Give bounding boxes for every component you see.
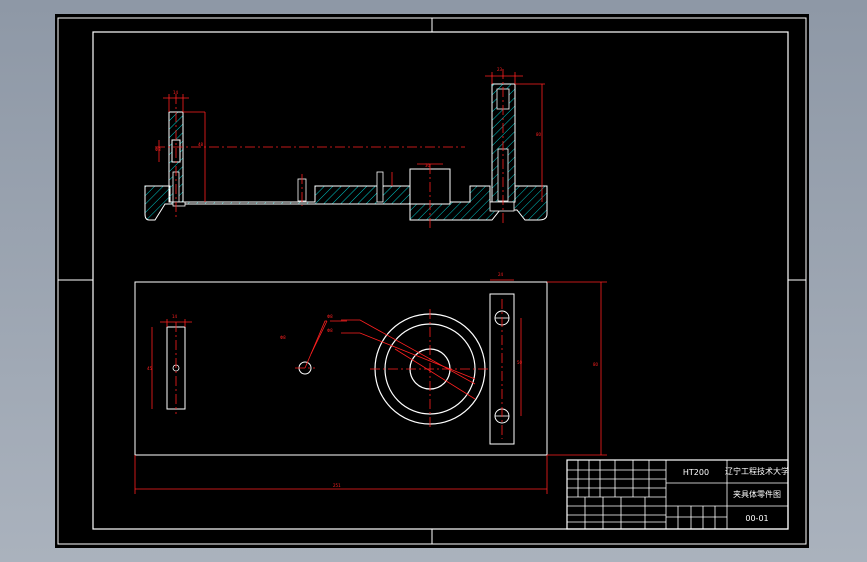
top-plan-view: 251 80 45 14 Φ8 Φ8 Φ8 50 24 [134,272,607,494]
drawing-number: 00-01 [745,514,768,523]
svg-text:Φ8: Φ8 [280,335,286,340]
svg-text:23: 23 [497,67,503,72]
inner-frame [92,31,789,530]
svg-text:24: 24 [498,272,504,277]
svg-text:48: 48 [198,142,204,147]
svg-text:80: 80 [593,362,599,367]
cad-drawing: 14 48 Φ8 23 80 30 251 80 45 14 Φ8 Φ8 Φ8 … [57,17,807,545]
svg-text:30: 30 [425,163,431,168]
drawing-name: 夹具体零件图 [733,489,781,499]
svg-text:50: 50 [517,360,523,365]
school-name: 辽宁工程技术大学 [725,466,789,476]
svg-text:Φ8: Φ8 [155,147,161,152]
outer-frame [57,17,807,545]
material-label: HT200 [683,468,709,477]
svg-text:45: 45 [147,366,153,371]
svg-text:251: 251 [333,483,341,488]
svg-text:14: 14 [173,90,179,95]
centering-marks [58,18,806,544]
svg-text:Φ8: Φ8 [327,328,333,333]
svg-text:Φ8: Φ8 [327,314,333,319]
svg-text:80: 80 [536,132,542,137]
front-section-view: 14 48 Φ8 23 80 30 [144,67,548,229]
svg-text:14: 14 [172,314,178,319]
drawing-sheet: 14 48 Φ8 23 80 30 251 80 45 14 Φ8 Φ8 Φ8 … [55,14,809,548]
